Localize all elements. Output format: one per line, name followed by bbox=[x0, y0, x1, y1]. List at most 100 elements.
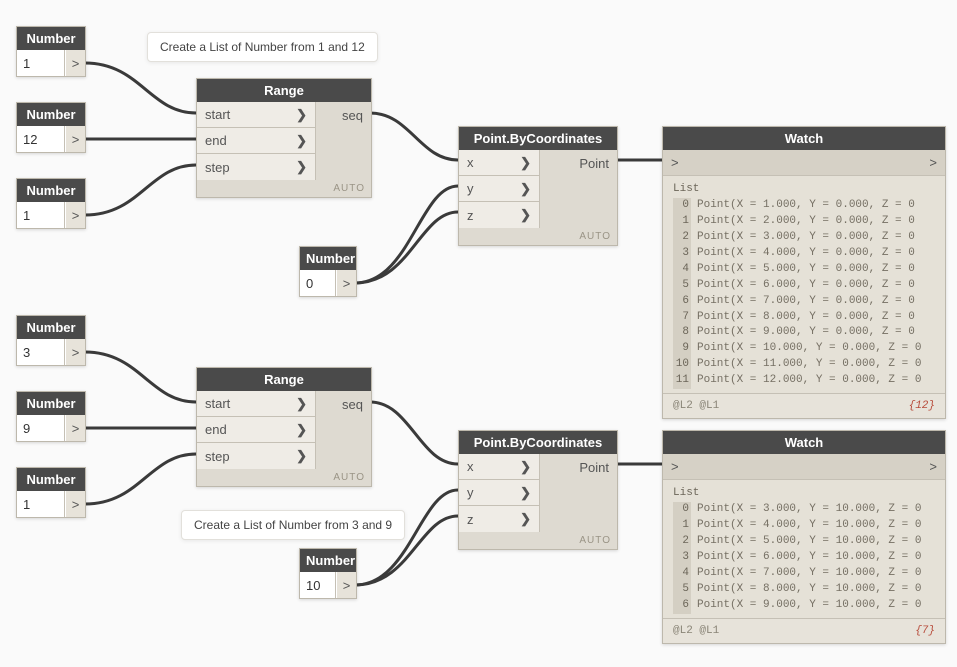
output-port[interactable]: > bbox=[65, 339, 85, 365]
number-node-6[interactable]: Number > bbox=[16, 391, 86, 442]
chevron-icon: ❯ bbox=[520, 485, 531, 501]
output-port[interactable]: > bbox=[65, 126, 85, 152]
port-y[interactable]: y❯ bbox=[459, 176, 539, 202]
chevron-icon: ❯ bbox=[296, 159, 307, 175]
number-input[interactable] bbox=[17, 50, 65, 76]
port-label: start bbox=[205, 396, 230, 411]
list-item: 0Point(X = 1.000, Y = 0.000, Z = 0 bbox=[673, 198, 935, 214]
watch-header-row: > > bbox=[663, 150, 945, 176]
list-count: {12} bbox=[909, 400, 935, 412]
watch-node-2[interactable]: Watch > > List 0Point(X = 3.000, Y = 10.… bbox=[662, 430, 946, 644]
port-y[interactable]: y❯ bbox=[459, 480, 539, 506]
list-item: 1Point(X = 4.000, Y = 10.000, Z = 0 bbox=[673, 518, 935, 534]
port-seq[interactable]: seq bbox=[316, 391, 371, 417]
number-node-5[interactable]: Number > bbox=[16, 315, 86, 366]
number-node-1[interactable]: Number > bbox=[16, 26, 86, 77]
port-label: Point bbox=[579, 460, 609, 475]
port-point-out[interactable]: Point bbox=[540, 150, 617, 176]
list-item: 4Point(X = 7.000, Y = 10.000, Z = 0 bbox=[673, 566, 935, 582]
point-node-1[interactable]: Point.ByCoordinates x❯ y❯ z❯ Point AUTO bbox=[458, 126, 618, 246]
port-end[interactable]: end❯ bbox=[197, 128, 315, 154]
chevron-icon: > bbox=[671, 155, 679, 170]
port-step[interactable]: step ❯ bbox=[197, 154, 315, 180]
lacing-indicator: AUTO bbox=[459, 532, 617, 549]
watch-header-row: > > bbox=[663, 454, 945, 480]
watch-footer: @L2 @L1 {12} bbox=[663, 393, 945, 418]
chevron-icon: ❯ bbox=[520, 459, 531, 475]
number-node-2[interactable]: Number > bbox=[16, 102, 86, 153]
node-title: Number bbox=[17, 103, 85, 126]
range-node-2[interactable]: Range start❯ end❯ step❯ seq AUTO bbox=[196, 367, 372, 487]
node-title: Number bbox=[300, 549, 356, 572]
lacing-indicator: AUTO bbox=[197, 180, 371, 197]
list-item: 7Point(X = 8.000, Y = 0.000, Z = 0 bbox=[673, 310, 935, 326]
port-z[interactable]: z❯ bbox=[459, 202, 539, 228]
node-title: Number bbox=[300, 247, 356, 270]
node-title: Watch bbox=[663, 431, 945, 454]
number-node-7[interactable]: Number > bbox=[16, 467, 86, 518]
port-point-out[interactable]: Point bbox=[540, 454, 617, 480]
port-label: end bbox=[205, 422, 227, 437]
output-port[interactable]: > bbox=[336, 572, 356, 598]
output-port[interactable]: > bbox=[65, 202, 85, 228]
chevron-icon: ❯ bbox=[296, 396, 307, 412]
port-label: seq bbox=[342, 397, 363, 412]
watch-node-1[interactable]: Watch > > List 0Point(X = 1.000, Y = 0.0… bbox=[662, 126, 946, 419]
list-item: 2Point(X = 3.000, Y = 0.000, Z = 0 bbox=[673, 230, 935, 246]
port-start[interactable]: start ❯ bbox=[197, 391, 315, 417]
number-node-8[interactable]: Number > bbox=[299, 548, 357, 599]
output-port[interactable]: > bbox=[65, 50, 85, 76]
list-item: 6Point(X = 9.000, Y = 10.000, Z = 0 bbox=[673, 598, 935, 614]
port-label: start bbox=[205, 107, 230, 122]
node-title: Number bbox=[17, 179, 85, 202]
number-input[interactable] bbox=[300, 572, 336, 598]
port-end[interactable]: end❯ bbox=[197, 417, 315, 443]
range-node-1[interactable]: Range start ❯ end❯ step ❯ seq AUTO bbox=[196, 78, 372, 198]
point-node-2[interactable]: Point.ByCoordinates x❯ y❯ z❯ Point AUTO bbox=[458, 430, 618, 550]
port-label: Point bbox=[579, 156, 609, 171]
port-step[interactable]: step❯ bbox=[197, 443, 315, 469]
list-header: List bbox=[673, 486, 935, 502]
chevron-icon: > bbox=[671, 459, 679, 474]
list-item: 10Point(X = 11.000, Y = 0.000, Z = 0 bbox=[673, 357, 935, 373]
port-x[interactable]: x❯ bbox=[459, 150, 539, 176]
list-item: 2Point(X = 5.000, Y = 10.000, Z = 0 bbox=[673, 534, 935, 550]
number-node-3[interactable]: Number > bbox=[16, 178, 86, 229]
port-label: x bbox=[467, 155, 474, 170]
number-input[interactable] bbox=[17, 415, 65, 441]
list-item: 5Point(X = 6.000, Y = 0.000, Z = 0 bbox=[673, 278, 935, 294]
chevron-icon: ❯ bbox=[296, 448, 307, 464]
number-input[interactable] bbox=[17, 491, 65, 517]
chevron-icon: > bbox=[929, 155, 937, 170]
port-label: z bbox=[467, 208, 474, 223]
output-port[interactable]: > bbox=[65, 491, 85, 517]
port-label: step bbox=[205, 160, 230, 175]
number-input[interactable] bbox=[300, 270, 336, 296]
node-title: Point.ByCoordinates bbox=[459, 127, 617, 150]
watch-list: List 0Point(X = 1.000, Y = 0.000, Z = 01… bbox=[663, 176, 945, 393]
node-title: Number bbox=[17, 27, 85, 50]
number-input[interactable] bbox=[17, 339, 65, 365]
list-item: 3Point(X = 6.000, Y = 10.000, Z = 0 bbox=[673, 550, 935, 566]
port-z[interactable]: z❯ bbox=[459, 506, 539, 532]
list-item: 5Point(X = 8.000, Y = 10.000, Z = 0 bbox=[673, 582, 935, 598]
port-x[interactable]: x❯ bbox=[459, 454, 539, 480]
chevron-icon: ❯ bbox=[296, 107, 307, 123]
output-port[interactable]: > bbox=[65, 415, 85, 441]
port-label: y bbox=[467, 485, 474, 500]
port-start[interactable]: start ❯ bbox=[197, 102, 315, 128]
node-title: Number bbox=[17, 392, 85, 415]
list-item: 0Point(X = 3.000, Y = 10.000, Z = 0 bbox=[673, 502, 935, 518]
tooltip-2: Create a List of Number from 3 and 9 bbox=[181, 510, 405, 540]
node-title: Point.ByCoordinates bbox=[459, 431, 617, 454]
port-label: end bbox=[205, 133, 227, 148]
port-seq[interactable]: seq bbox=[316, 102, 371, 128]
output-port[interactable]: > bbox=[336, 270, 356, 296]
node-title: Range bbox=[197, 79, 371, 102]
number-node-4[interactable]: Number > bbox=[299, 246, 357, 297]
number-input[interactable] bbox=[17, 126, 65, 152]
chevron-icon: ❯ bbox=[520, 511, 531, 527]
node-title: Range bbox=[197, 368, 371, 391]
port-label: x bbox=[467, 459, 474, 474]
number-input[interactable] bbox=[17, 202, 65, 228]
